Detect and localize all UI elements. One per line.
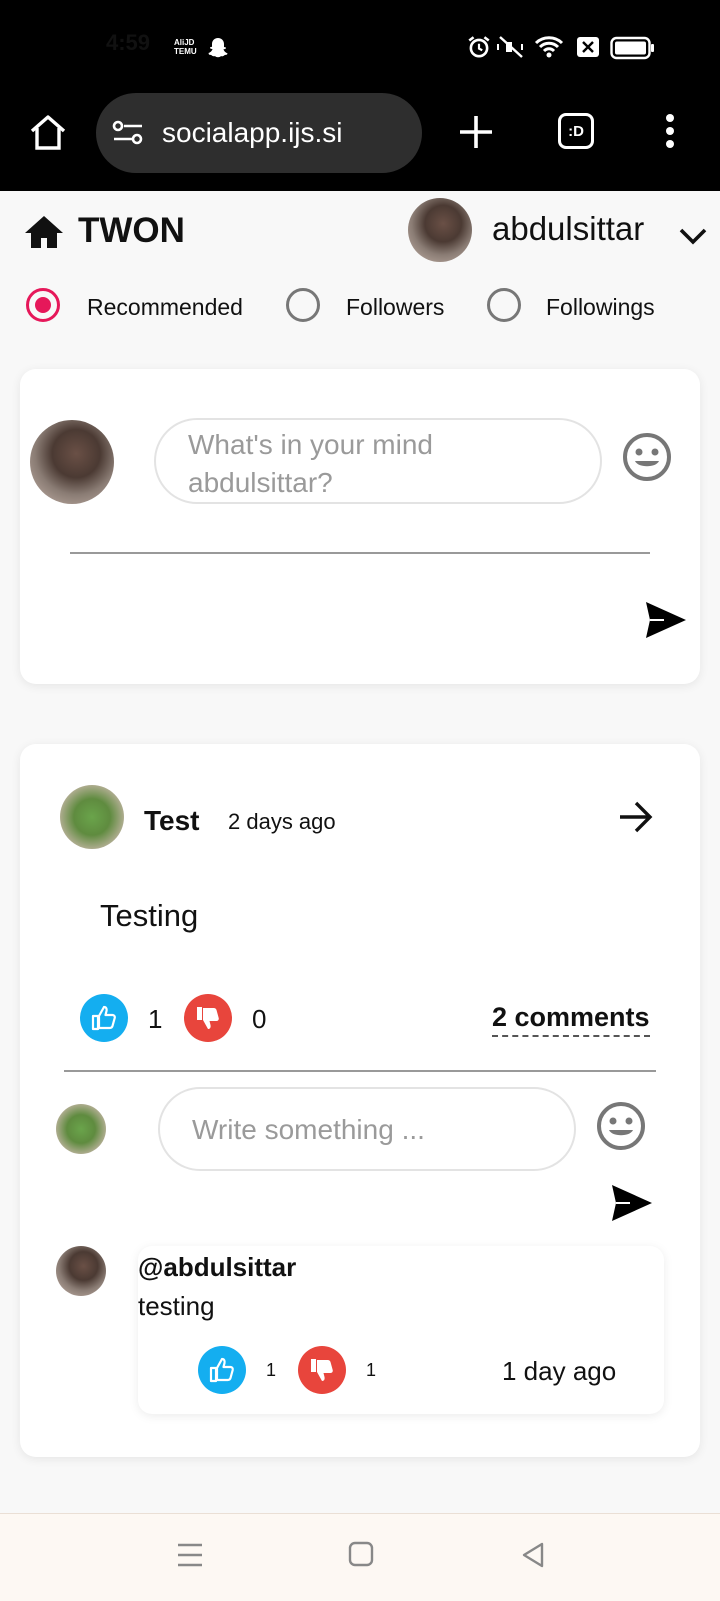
comment-like-count: 1 bbox=[266, 1360, 277, 1380]
brand-title[interactable]: TWON bbox=[78, 211, 185, 251]
chevron-down-icon[interactable] bbox=[678, 226, 708, 251]
status-time: 4:59 bbox=[106, 30, 151, 55]
temu-icon: AliJD TEMU bbox=[174, 38, 197, 56]
comment-author-avatar[interactable] bbox=[56, 1246, 106, 1296]
sim-icon bbox=[576, 36, 600, 63]
comment-send-icon[interactable] bbox=[610, 1183, 654, 1228]
composer-card bbox=[20, 369, 700, 684]
radio-followers[interactable] bbox=[286, 288, 320, 322]
post-author-avatar[interactable] bbox=[60, 785, 124, 849]
comment-emoji-icon[interactable] bbox=[596, 1101, 646, 1156]
thumbs-down-icon bbox=[311, 1359, 333, 1381]
snapchat-icon bbox=[206, 36, 230, 65]
post-content: Testing bbox=[100, 898, 199, 933]
comment-like-button[interactable] bbox=[198, 1346, 246, 1394]
radio-label-followings[interactable]: Followings bbox=[546, 294, 655, 321]
post-author-name[interactable]: Test bbox=[144, 805, 200, 837]
comment-time: 1 day ago bbox=[502, 1356, 617, 1386]
post-like-button[interactable] bbox=[80, 994, 128, 1042]
url-text: socialapp.ijs.si bbox=[162, 117, 343, 148]
post-dislike-count: 0 bbox=[252, 1004, 267, 1034]
comments-link[interactable]: 2 comments bbox=[492, 1002, 650, 1037]
composer-divider bbox=[70, 552, 650, 554]
emoji-icon[interactable] bbox=[622, 432, 672, 487]
home-nav-icon[interactable] bbox=[348, 1541, 374, 1572]
brand-home-icon[interactable] bbox=[24, 215, 64, 254]
header-username[interactable]: abdulsittar bbox=[492, 210, 644, 248]
wifi-icon bbox=[534, 34, 564, 65]
alarm-icon bbox=[466, 34, 492, 65]
comment-text: testing bbox=[138, 1291, 215, 1321]
arrow-right-icon[interactable] bbox=[618, 800, 654, 839]
tab-switcher-label: :D bbox=[568, 122, 584, 140]
home-icon[interactable] bbox=[28, 112, 68, 157]
header-avatar[interactable] bbox=[408, 198, 472, 262]
radio-label-followers[interactable]: Followers bbox=[346, 294, 444, 321]
composer-avatar bbox=[30, 420, 114, 504]
mute-icon bbox=[496, 34, 526, 65]
back-icon[interactable] bbox=[520, 1541, 546, 1574]
site-settings-icon[interactable] bbox=[112, 118, 144, 153]
tab-switcher-button[interactable]: :D bbox=[558, 113, 594, 149]
thumbs-up-icon bbox=[209, 1357, 234, 1383]
thumbs-up-icon bbox=[91, 1005, 116, 1031]
post-like-count: 1 bbox=[148, 1004, 163, 1034]
comment-dislike-count: 1 bbox=[366, 1360, 377, 1380]
thumbs-down-icon bbox=[197, 1007, 219, 1029]
post-divider bbox=[64, 1070, 656, 1072]
comment-composer-avatar bbox=[56, 1104, 106, 1154]
comment-input[interactable]: Write something ... bbox=[158, 1087, 576, 1171]
post-time: 2 days ago bbox=[228, 809, 336, 834]
more-menu-icon[interactable] bbox=[664, 113, 676, 154]
new-tab-icon[interactable] bbox=[458, 114, 494, 155]
recents-icon[interactable] bbox=[176, 1542, 204, 1573]
comment-author[interactable]: @abdulsittar bbox=[138, 1252, 296, 1283]
radio-followings[interactable] bbox=[487, 288, 521, 322]
send-icon[interactable] bbox=[644, 600, 688, 645]
comment-dislike-button[interactable] bbox=[298, 1346, 346, 1394]
battery-icon bbox=[610, 36, 656, 65]
composer-input[interactable]: What's in your mind abdulsittar? bbox=[154, 418, 602, 504]
radio-label-recommended[interactable]: Recommended bbox=[87, 294, 243, 321]
radio-recommended[interactable] bbox=[26, 288, 60, 322]
post-dislike-button[interactable] bbox=[184, 994, 232, 1042]
